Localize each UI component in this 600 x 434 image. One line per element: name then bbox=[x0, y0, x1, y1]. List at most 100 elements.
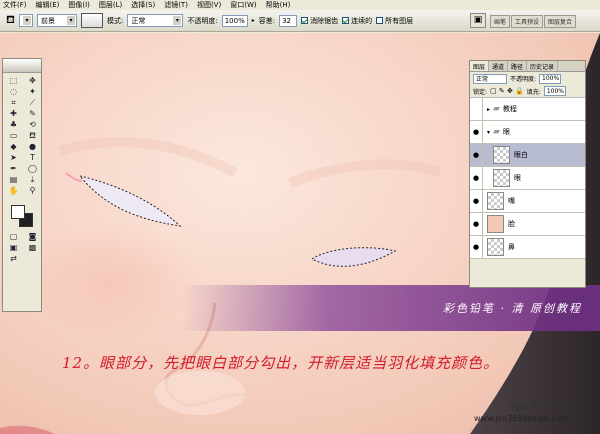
checkbox-unchecked-icon bbox=[376, 17, 384, 24]
well-tab-brushes[interactable]: 画笔 bbox=[490, 15, 511, 28]
menu-view[interactable]: 视图(V) bbox=[197, 0, 221, 10]
eye-icon[interactable]: ● bbox=[470, 212, 483, 236]
standard-mode-icon[interactable]: ▢ bbox=[5, 232, 22, 242]
right-eye-white-selection[interactable] bbox=[311, 247, 397, 267]
type-tool-icon[interactable]: T bbox=[24, 153, 41, 163]
blend-mode-select[interactable]: 正常 bbox=[473, 73, 507, 84]
layer-mouth[interactable]: ● 嘴 bbox=[470, 189, 585, 213]
chevron-down-icon: ▾ bbox=[173, 16, 182, 25]
fill-input[interactable]: 100% bbox=[543, 86, 566, 96]
layer-nose[interactable]: ● 鼻 bbox=[470, 235, 585, 259]
lock-icons[interactable]: ▢ ✎ ✥ 🔒 bbox=[490, 87, 524, 95]
mode-label: 模式: bbox=[107, 16, 124, 25]
folder-icon: ▰ bbox=[493, 127, 500, 137]
antialias-checkbox[interactable]: 消除锯齿 bbox=[301, 16, 338, 26]
lasso-tool-icon[interactable]: ◌ bbox=[5, 87, 22, 97]
path-selection-tool-icon[interactable]: ➤ bbox=[5, 153, 22, 163]
visibility-off-icon[interactable] bbox=[470, 97, 483, 121]
layer-opacity-input[interactable]: 100% bbox=[539, 73, 562, 84]
healing-brush-tool-icon[interactable]: ✚ bbox=[5, 109, 22, 119]
crop-tool-icon[interactable]: ⌗ bbox=[5, 98, 22, 108]
contiguous-checkbox[interactable]: 连续的 bbox=[342, 16, 372, 26]
layer-eye[interactable]: ● 眼 bbox=[470, 166, 585, 190]
left-eye-white-selection[interactable] bbox=[78, 175, 182, 227]
eye-icon[interactable]: ● bbox=[470, 120, 483, 144]
tab-layers[interactable]: 图层 bbox=[470, 61, 490, 71]
lock-label: 锁定: bbox=[473, 88, 488, 96]
chevron-down-icon: ▾ bbox=[67, 16, 75, 25]
eraser-tool-icon[interactable]: ▭ bbox=[5, 131, 22, 141]
folder-icon: ▰ bbox=[493, 104, 500, 114]
eye-icon[interactable]: ● bbox=[470, 166, 483, 190]
tools-palette-header[interactable] bbox=[3, 59, 41, 73]
layer-thumbnail bbox=[487, 238, 504, 256]
menu-layer[interactable]: 图层(L) bbox=[99, 0, 122, 10]
palette-well: 画笔 工具预设 图层复合 bbox=[490, 15, 577, 28]
eye-icon[interactable]: ● bbox=[470, 235, 483, 259]
slice-tool-icon[interactable]: ⟋ bbox=[24, 98, 41, 108]
layer-group-eye[interactable]: ● ▾ ▰ 眼 bbox=[470, 120, 585, 144]
opacity-arrow-icon[interactable]: ▸ bbox=[252, 17, 255, 24]
eye-icon[interactable]: ● bbox=[470, 143, 483, 167]
eye-icon[interactable]: ● bbox=[470, 189, 483, 213]
magic-wand-tool-icon[interactable]: ✦ bbox=[24, 87, 41, 97]
tutorial-caption: 12。眼部分，先把眼白部分勾出，开新层适当羽化填充颜色。 bbox=[62, 354, 500, 372]
marquee-tool-icon[interactable]: ⬚ bbox=[5, 76, 22, 86]
tools-grid: ⬚ ✥ ◌ ✦ ⌗ ⟋ ✚ ✎ ♣ ⟲ ▭ ⛾ ◆ ● ➤ T ✒ ◯ ▤ ⤓ … bbox=[3, 73, 41, 199]
lock-row: 锁定: ▢ ✎ ✥ 🔒 填充: 100% bbox=[470, 85, 585, 98]
menu-edit[interactable]: 编辑(E) bbox=[36, 0, 60, 10]
pattern-swatch[interactable] bbox=[81, 13, 103, 28]
opacity-label: 不透明度: bbox=[187, 16, 218, 25]
collapse-arrow-icon[interactable]: ▾ bbox=[487, 129, 490, 136]
paint-bucket-icon[interactable]: ⛾ bbox=[6, 13, 15, 28]
right-brow-shape bbox=[288, 159, 442, 188]
paint-bucket-tool-icon[interactable]: ⛾ bbox=[24, 131, 41, 141]
left-eye-corner-shape bbox=[65, 172, 83, 182]
layer-group-tutorial[interactable]: ▸ ▰ 教程 bbox=[470, 97, 585, 121]
tolerance-label: 容差: bbox=[258, 16, 276, 25]
opacity-input[interactable]: 100% bbox=[221, 14, 248, 27]
full-screen-mode-icon[interactable]: ▩ bbox=[24, 243, 41, 253]
menu-file[interactable]: 文件(F) bbox=[3, 0, 27, 10]
screen-mode-icon[interactable]: ▣ bbox=[5, 243, 22, 253]
dodge-tool-icon[interactable]: ● bbox=[24, 142, 41, 152]
all-layers-label: 所有图层 bbox=[385, 16, 414, 25]
foreground-color-swatch[interactable] bbox=[11, 205, 25, 219]
tab-history[interactable]: 历史记录 bbox=[527, 61, 559, 71]
layer-eye-white[interactable]: ● 眼白 bbox=[470, 143, 585, 167]
checkbox-checked-icon bbox=[342, 17, 350, 24]
layer-name: 嘴 bbox=[508, 197, 515, 205]
tab-channels[interactable]: 通道 bbox=[489, 61, 509, 71]
menu-filter[interactable]: 滤镜(T) bbox=[164, 0, 188, 10]
clone-stamp-tool-icon[interactable]: ♣ bbox=[5, 120, 22, 130]
tab-paths[interactable]: 路径 bbox=[508, 61, 528, 71]
file-browser-icon[interactable]: ▣ bbox=[470, 13, 486, 28]
tool-preset-picker[interactable]: ▾ bbox=[19, 14, 33, 27]
menu-image[interactable]: 图像(I) bbox=[68, 0, 90, 10]
menu-window[interactable]: 窗口(W) bbox=[230, 0, 256, 10]
jump-to-imageready-icon[interactable]: ⇄ bbox=[5, 254, 22, 264]
history-brush-tool-icon[interactable]: ⟲ bbox=[24, 120, 41, 130]
hand-tool-icon[interactable]: ✋ bbox=[5, 186, 22, 196]
eyedropper-tool-icon[interactable]: ⤓ bbox=[24, 175, 41, 185]
brush-tool-icon[interactable]: ✎ bbox=[24, 109, 41, 119]
blur-tool-icon[interactable]: ◆ bbox=[5, 142, 22, 152]
well-tab-layer-comps[interactable]: 图层复合 bbox=[544, 15, 577, 28]
menu-select[interactable]: 选择(S) bbox=[131, 0, 155, 10]
left-cheek-shape bbox=[20, 223, 200, 343]
menu-help[interactable]: 帮助(H) bbox=[266, 0, 291, 10]
all-layers-checkbox[interactable]: 所有图层 bbox=[376, 16, 413, 26]
shape-tool-icon[interactable]: ◯ bbox=[24, 164, 41, 174]
mode-select[interactable]: 正常 ▾ bbox=[127, 14, 184, 27]
quick-mask-mode-icon[interactable]: ◙ bbox=[24, 232, 41, 242]
move-tool-icon[interactable]: ✥ bbox=[24, 76, 41, 86]
pen-tool-icon[interactable]: ✒ bbox=[5, 164, 22, 174]
contiguous-label: 连续的 bbox=[351, 16, 373, 25]
tolerance-input[interactable]: 32 bbox=[279, 14, 298, 27]
notes-tool-icon[interactable]: ▤ bbox=[5, 175, 22, 185]
well-tab-tool-presets[interactable]: 工具预设 bbox=[511, 15, 544, 28]
expand-arrow-icon[interactable]: ▸ bbox=[487, 106, 490, 113]
layer-face[interactable]: ● 脸 bbox=[470, 212, 585, 236]
fill-source-select[interactable]: 前景 ▾ bbox=[37, 14, 77, 27]
zoom-tool-icon[interactable]: ⚲ bbox=[24, 186, 41, 196]
